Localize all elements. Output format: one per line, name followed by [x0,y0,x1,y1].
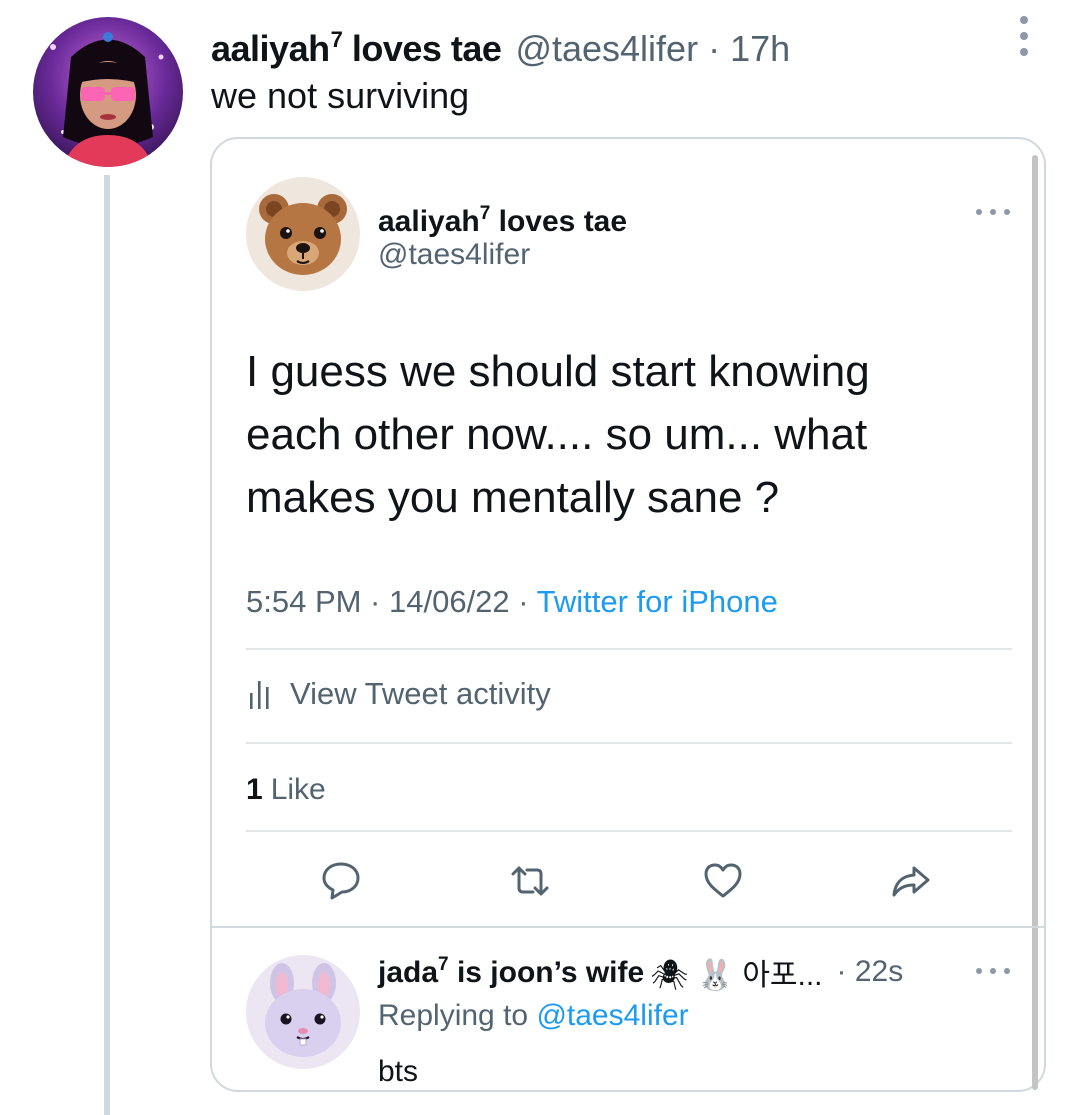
quoted-tweet-text: I guess we should start knowing each oth… [246,340,1006,529]
outer-display-name[interactable]: aaliyah7 loves tae [211,18,502,71]
quoted-meta: 5:54 PM · 14/06/22 · Twitter for iPhone [246,582,778,622]
share-icon[interactable] [888,858,934,904]
like-count-number: 1 [246,773,263,806]
divider [246,648,1012,650]
reply-avatar[interactable] [246,955,360,1069]
divider [246,742,1012,744]
reply-icon[interactable] [318,858,364,904]
replying-to: Replying to @taes4lifer [378,999,689,1032]
outer-tweet-header: aaliyah7 loves tae @taes4lifer · 17h [211,18,790,69]
quoted-timestamp[interactable]: 5:54 PM · 14/06/22 · [246,584,537,619]
reply-name-emojis: 🕷 🐰 아포... [650,959,823,992]
quoted-text-line: each other now.... so um... what [246,410,868,459]
outer-separator: · [708,28,721,69]
quoted-avatar[interactable] [246,177,360,291]
view-tweet-activity-button[interactable]: View Tweet activity [246,672,551,716]
card-scrollbar[interactable] [1032,155,1038,1090]
like-count-label: Like [270,773,326,806]
activity-label: View Tweet activity [290,676,551,711]
outer-avatar[interactable] [33,17,183,167]
outer-tweet-text: we not surviving [211,75,470,116]
reply-text: bts [378,1055,419,1088]
divider [212,926,1044,928]
analytics-icon [250,681,269,709]
retweet-icon[interactable] [507,858,553,904]
outer-handle[interactable]: @taes4lifer [515,27,698,71]
replying-to-handle[interactable]: @taes4lifer [536,999,688,1032]
quoted-text-line: I guess we should start knowing [246,347,870,396]
reply-timestamp[interactable]: · 22s [837,955,904,989]
quoted-text-line: makes you mentally sane ? [246,473,780,522]
more-horizontal-icon[interactable] [976,208,1010,216]
more-horizontal-icon[interactable] [976,967,1010,975]
like-icon[interactable] [700,858,746,904]
quoted-display-name[interactable]: aaliyah7 loves tae [378,195,627,241]
divider [246,830,1012,832]
tweet-source-link[interactable]: Twitter for iPhone [537,584,778,619]
more-vertical-icon[interactable] [1012,16,1036,56]
reply-display-name[interactable]: jada7 is joon’s wife [378,954,644,990]
reply-header: jada7 is joon’s wife 🕷 🐰 아포... · 22s [378,952,903,992]
thread-line [104,175,110,1115]
quoted-handle[interactable]: @taes4lifer [378,236,530,274]
likes-count[interactable]: 1 Like [246,770,326,810]
outer-timestamp[interactable]: 17h [730,27,790,71]
